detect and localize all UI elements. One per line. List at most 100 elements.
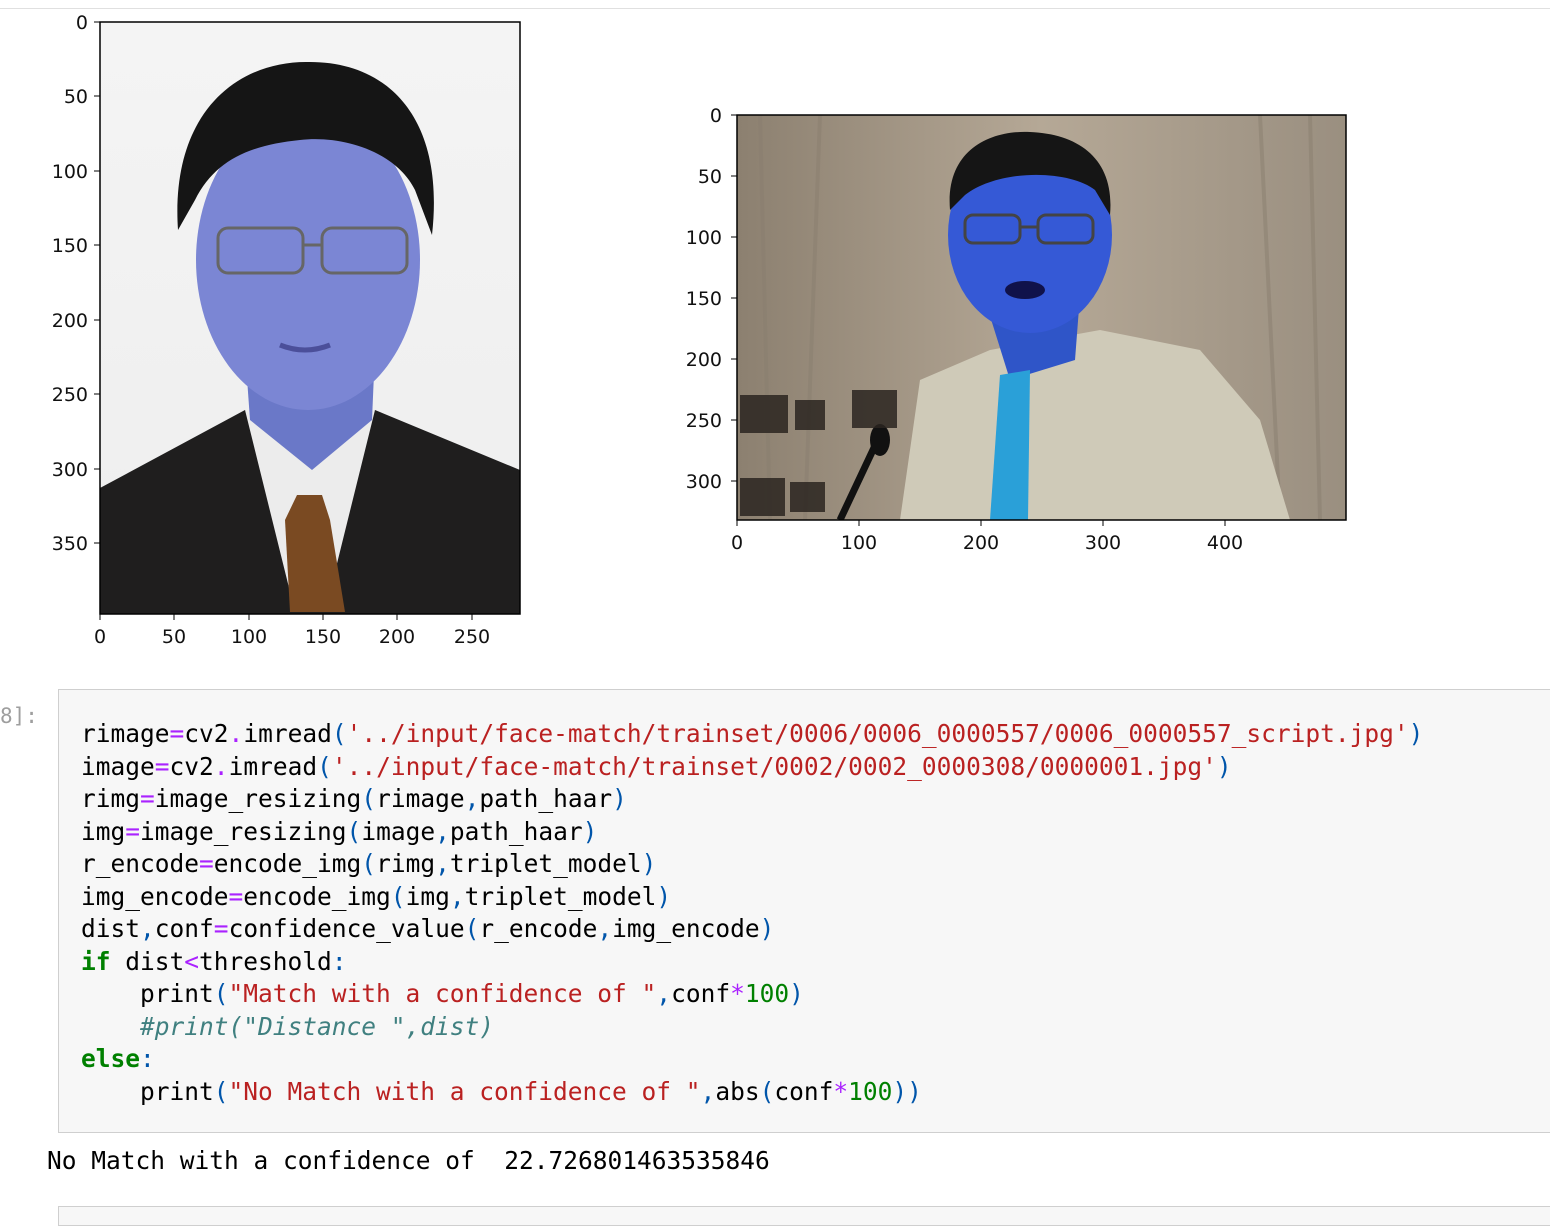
code-token-paren: , bbox=[656, 979, 672, 1008]
x-tick-label: 200 bbox=[379, 626, 415, 648]
code-token-fn: rimage bbox=[81, 719, 170, 748]
y-tick-label: 200 bbox=[52, 310, 88, 332]
code-line: rimage=cv2.imread('../input/face-match/t… bbox=[81, 718, 1423, 751]
code-token-fn: threshold bbox=[199, 946, 332, 976]
x-tick-label: 300 bbox=[1085, 532, 1121, 554]
code-token-paren: ( bbox=[317, 751, 332, 781]
y-tick-label: 100 bbox=[52, 161, 88, 183]
code-token-fn: confidence_value bbox=[228, 914, 465, 943]
figure-2: 0 50 100 150 200 250 300 0 100 200 300 4… bbox=[686, 105, 1347, 554]
next-code-cell[interactable] bbox=[58, 1206, 1550, 1226]
code-token-fn: triplet_model bbox=[449, 849, 642, 878]
code-token-comment: #print("Distance ",dist) bbox=[81, 1011, 495, 1041]
code-token-fn: image_resizing bbox=[154, 784, 362, 813]
code-token-paren: , bbox=[700, 1076, 716, 1106]
code-token-fn: rimage bbox=[376, 784, 465, 813]
code-token-fn: dist bbox=[110, 946, 185, 976]
code-token-fn: image bbox=[361, 816, 436, 846]
figure-1: 0 50 100 150 200 250 300 350 0 50 100 15… bbox=[52, 12, 521, 648]
code-token-fn: img bbox=[81, 816, 126, 846]
code-token-fn: path_haar bbox=[449, 816, 583, 846]
code-token-fn: imread bbox=[243, 719, 332, 748]
code-token-op: < bbox=[184, 946, 200, 976]
code-token-paren: , bbox=[449, 881, 465, 911]
code-token-fn: rimg bbox=[376, 849, 436, 878]
y-tick-label: 300 bbox=[686, 471, 722, 493]
y-tick-label: 250 bbox=[686, 410, 722, 432]
code-token-num: 100 bbox=[848, 1076, 893, 1106]
code-line: #print("Distance ",dist) bbox=[81, 1011, 1423, 1044]
y-tick-label: 50 bbox=[698, 166, 722, 188]
code-token-fn: print bbox=[81, 979, 214, 1008]
code-token-num: 100 bbox=[744, 979, 790, 1008]
code-token-op: = bbox=[228, 881, 244, 911]
code-line: img_encode=encode_img(img,triplet_model) bbox=[81, 881, 1423, 914]
y-axis-ticks: 0 50 100 150 200 250 300 bbox=[686, 105, 737, 493]
code-token-paren: )) bbox=[892, 1076, 922, 1106]
code-token-paren: ( bbox=[361, 784, 377, 813]
code-cell-input[interactable]: rimage=cv2.imread('../input/face-match/t… bbox=[58, 689, 1550, 1133]
x-tick-label: 150 bbox=[305, 626, 341, 648]
x-tick-label: 0 bbox=[94, 626, 106, 648]
x-axis-ticks: 0 100 200 300 400 bbox=[731, 520, 1243, 554]
code-token-fn: print bbox=[81, 1076, 214, 1106]
code-line: if dist<threshold: bbox=[81, 946, 1423, 979]
code-token-fn: img_encode bbox=[81, 881, 229, 911]
x-tick-label: 50 bbox=[162, 626, 186, 648]
code-token-paren: : bbox=[140, 1044, 155, 1073]
code-token-op: = bbox=[125, 816, 141, 846]
code-token-str: "Match with a confidence of " bbox=[228, 979, 657, 1008]
code-token-fn: encode_img bbox=[213, 849, 362, 878]
code-token-paren: ( bbox=[390, 881, 406, 911]
y-tick-label: 150 bbox=[52, 235, 88, 257]
code-line: rimg=image_resizing(rimage,path_haar) bbox=[81, 783, 1423, 816]
code-token-fn: conf bbox=[671, 979, 731, 1008]
code-token-op: * bbox=[833, 1076, 849, 1106]
y-tick-label: 300 bbox=[52, 459, 88, 481]
code-token-fn: cv2 bbox=[169, 751, 214, 781]
code-token-fn: conf bbox=[154, 914, 214, 943]
x-tick-label: 400 bbox=[1207, 532, 1243, 554]
x-tick-label: 200 bbox=[963, 532, 999, 554]
code-token-paren: ) bbox=[656, 881, 672, 911]
y-tick-label: 250 bbox=[52, 384, 88, 406]
code-token-op: = bbox=[169, 719, 185, 748]
code-token-paren: , bbox=[464, 784, 480, 813]
code-token-fn: encode_img bbox=[243, 881, 391, 911]
code-token-kw: else bbox=[81, 1044, 141, 1073]
code-editor[interactable]: rimage=cv2.imread('../input/face-match/t… bbox=[81, 718, 1423, 1108]
cell-prompt: 8]: bbox=[0, 704, 38, 728]
code-line: dist,conf=confidence_value(r_encode,img_… bbox=[81, 913, 1423, 946]
code-token-paren: , bbox=[597, 914, 613, 943]
code-token-paren: ) bbox=[1408, 719, 1424, 748]
y-tick-label: 50 bbox=[64, 86, 88, 108]
code-token-paren: ( bbox=[361, 849, 377, 878]
code-token-paren: ) bbox=[1216, 751, 1232, 781]
y-axis-ticks: 0 50 100 150 200 250 300 350 bbox=[52, 12, 100, 555]
code-line: print("No Match with a confidence of ",a… bbox=[81, 1076, 1423, 1109]
code-token-fn: image_resizing bbox=[140, 816, 347, 846]
code-token-fn: img_encode bbox=[612, 914, 760, 943]
code-token-paren: ( bbox=[213, 979, 229, 1008]
y-tick-label: 350 bbox=[52, 533, 88, 555]
code-token-fn: r_encode bbox=[479, 914, 598, 943]
code-token-str: '../input/face-match/trainset/0002/0002_… bbox=[331, 751, 1217, 781]
code-token-paren: , bbox=[140, 914, 155, 943]
code-token-str: '../input/face-match/trainset/0006/0006_… bbox=[346, 719, 1409, 748]
code-token-op: = bbox=[199, 849, 214, 878]
code-token-fn: dist bbox=[81, 914, 141, 943]
code-line: r_encode=encode_img(rimg,triplet_model) bbox=[81, 848, 1423, 881]
code-token-paren: ) bbox=[641, 849, 657, 878]
code-token-paren: ( bbox=[464, 914, 480, 943]
code-token-paren: , bbox=[435, 849, 450, 878]
code-token-op: = bbox=[154, 751, 170, 781]
code-token-op: * bbox=[730, 979, 745, 1008]
x-tick-label: 0 bbox=[731, 532, 743, 554]
code-token-fn: conf bbox=[774, 1076, 834, 1106]
plot-output-area: 0 50 100 150 200 250 300 350 0 50 100 15… bbox=[52, 12, 1347, 648]
code-token-kw: if bbox=[81, 946, 111, 976]
code-token-paren: ) bbox=[582, 816, 598, 846]
code-line: print("Match with a confidence of ",conf… bbox=[81, 978, 1423, 1011]
y-tick-label: 0 bbox=[76, 12, 88, 34]
code-token-fn: r_encode bbox=[81, 849, 200, 878]
